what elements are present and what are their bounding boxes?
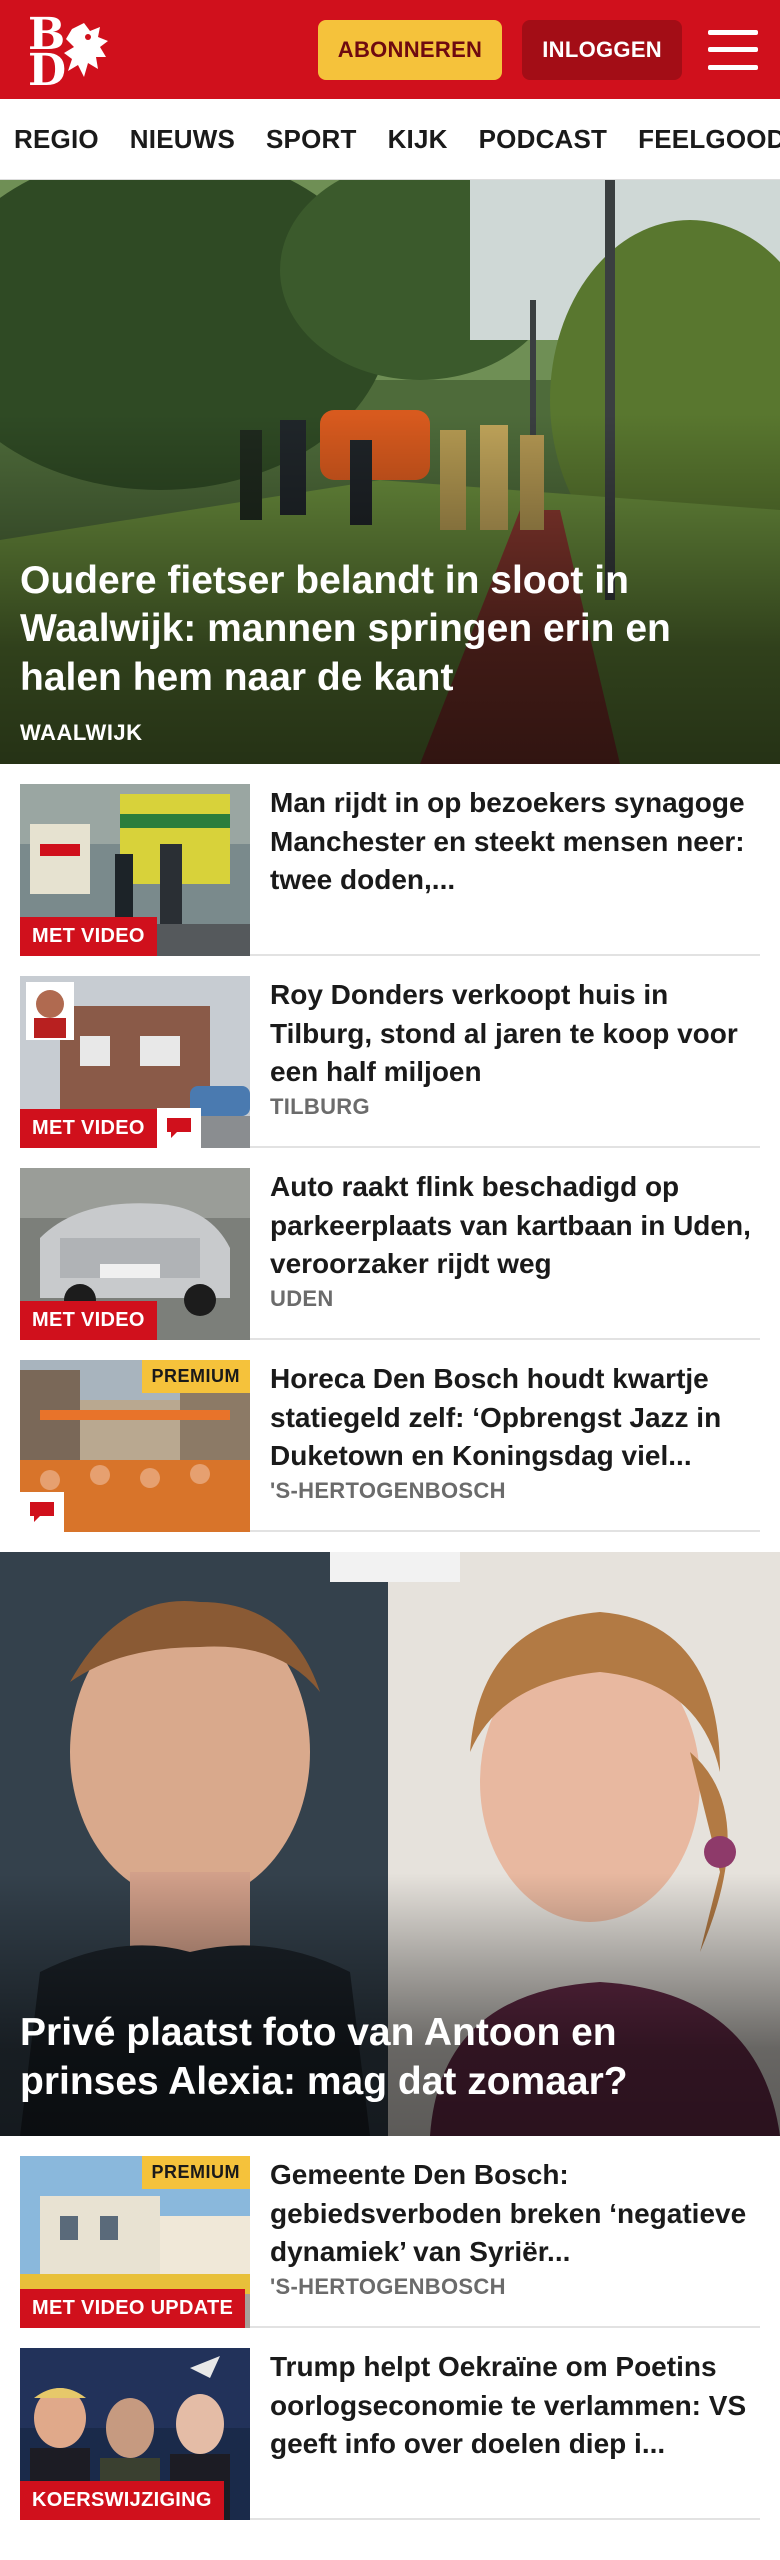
nav-item-feelgood[interactable]: FEELGOOD: [638, 124, 780, 155]
site-header: B D ABONNEREN INLOGGEN: [0, 0, 780, 99]
article-location-tag: UDEN: [270, 1285, 334, 1311]
article-thumbnail: PREMIUM: [20, 1360, 250, 1532]
hero-location-tag: WAALWIJK: [20, 720, 143, 745]
video-badge: MET VIDEO: [20, 1109, 157, 1148]
video-badge: MET VIDEO: [20, 917, 157, 956]
hero-article[interactable]: Oudere fietser belandt in sloot in Waalw…: [0, 180, 780, 764]
article-location-tag: 'S-HERTOGENBOSCH: [270, 1477, 506, 1503]
menu-icon[interactable]: [708, 29, 758, 70]
article-thumbnail: MET VIDEO: [20, 784, 250, 956]
hero-title[interactable]: Oudere fietser belandt in sloot in Waalw…: [20, 557, 740, 702]
article-list: MET VIDEO Man rijdt in op bezoekers syna…: [0, 764, 780, 1532]
nav-item-nieuws[interactable]: NIEUWS: [130, 124, 235, 155]
list-item[interactable]: MET VIDEO Man rijdt in op bezoekers syna…: [20, 764, 760, 956]
video-badge: MET VIDEO UPDATE: [20, 2289, 246, 2328]
comment-icon: [20, 1492, 64, 1532]
article-location-tag: TILBURG: [270, 1093, 370, 1119]
bd-logo[interactable]: B D: [26, 9, 114, 96]
nav-item-podcast[interactable]: PODCAST: [479, 124, 608, 155]
comment-icon: [157, 1108, 201, 1148]
topic-badge: KOERSWIJZIGING: [20, 2481, 224, 2520]
logo-letter-d: D: [28, 44, 67, 96]
list-item[interactable]: MET VIDEO Roy Donders verkoopt huis in T…: [20, 956, 760, 1148]
article-thumbnail: MET VIDEO: [20, 976, 250, 1148]
article-title[interactable]: Roy Donders verkoopt huis in Tilburg, st…: [270, 976, 760, 1092]
list-item[interactable]: KOERSWIJZIGING Trump helpt Oekraïne om P…: [20, 2328, 760, 2520]
list-item[interactable]: MET VIDEO Auto raakt flink beschadigd op…: [20, 1148, 760, 1340]
article-title[interactable]: Horeca Den Bosch houdt kwartje statiegel…: [270, 1360, 760, 1476]
video-badge: MET VIDEO: [20, 1301, 157, 1340]
article-list-secondary: PREMIUM MET VIDEO UPDATE Gemeente Den Bo…: [0, 2136, 780, 2520]
premium-badge: PREMIUM: [141, 2156, 250, 2189]
article-title[interactable]: Trump helpt Oekraïne om Poetins oorlogse…: [270, 2348, 760, 2464]
nav-item-kijk[interactable]: KIJK: [388, 124, 448, 155]
list-item[interactable]: PREMIUM Horeca Den Bosch houdt kwartje s…: [20, 1340, 760, 1532]
article-thumbnail: KOERSWIJZIGING: [20, 2348, 250, 2520]
article-title[interactable]: Man rijdt in op bezoekers synagoge Manch…: [270, 784, 760, 900]
premium-badge: PREMIUM: [141, 1360, 250, 1393]
article-title[interactable]: Auto raakt flink beschadigd op parkeerpl…: [270, 1168, 760, 1284]
nav-item-regio[interactable]: REGIO: [14, 124, 99, 155]
list-item[interactable]: PREMIUM MET VIDEO UPDATE Gemeente Den Bo…: [20, 2136, 760, 2328]
feature-title[interactable]: Privé plaatst foto van Antoon en prinses…: [20, 2009, 740, 2106]
nav-item-sport[interactable]: SPORT: [266, 124, 357, 155]
feature-article[interactable]: Privé plaatst foto van Antoon en prinses…: [0, 1552, 780, 2136]
article-thumbnail: PREMIUM MET VIDEO UPDATE: [20, 2156, 250, 2328]
lion-logo-icon: [64, 22, 108, 77]
article-location-tag: 'S-HERTOGENBOSCH: [270, 2273, 506, 2299]
subscribe-button[interactable]: ABONNEREN: [317, 19, 503, 80]
section-nav: REGIO NIEUWS SPORT KIJK PODCAST FEELGOOD: [0, 99, 780, 180]
article-thumbnail: MET VIDEO: [20, 1168, 250, 1340]
login-button[interactable]: INLOGGEN: [522, 19, 682, 80]
article-title[interactable]: Gemeente Den Bosch: gebiedsverboden brek…: [270, 2156, 760, 2272]
